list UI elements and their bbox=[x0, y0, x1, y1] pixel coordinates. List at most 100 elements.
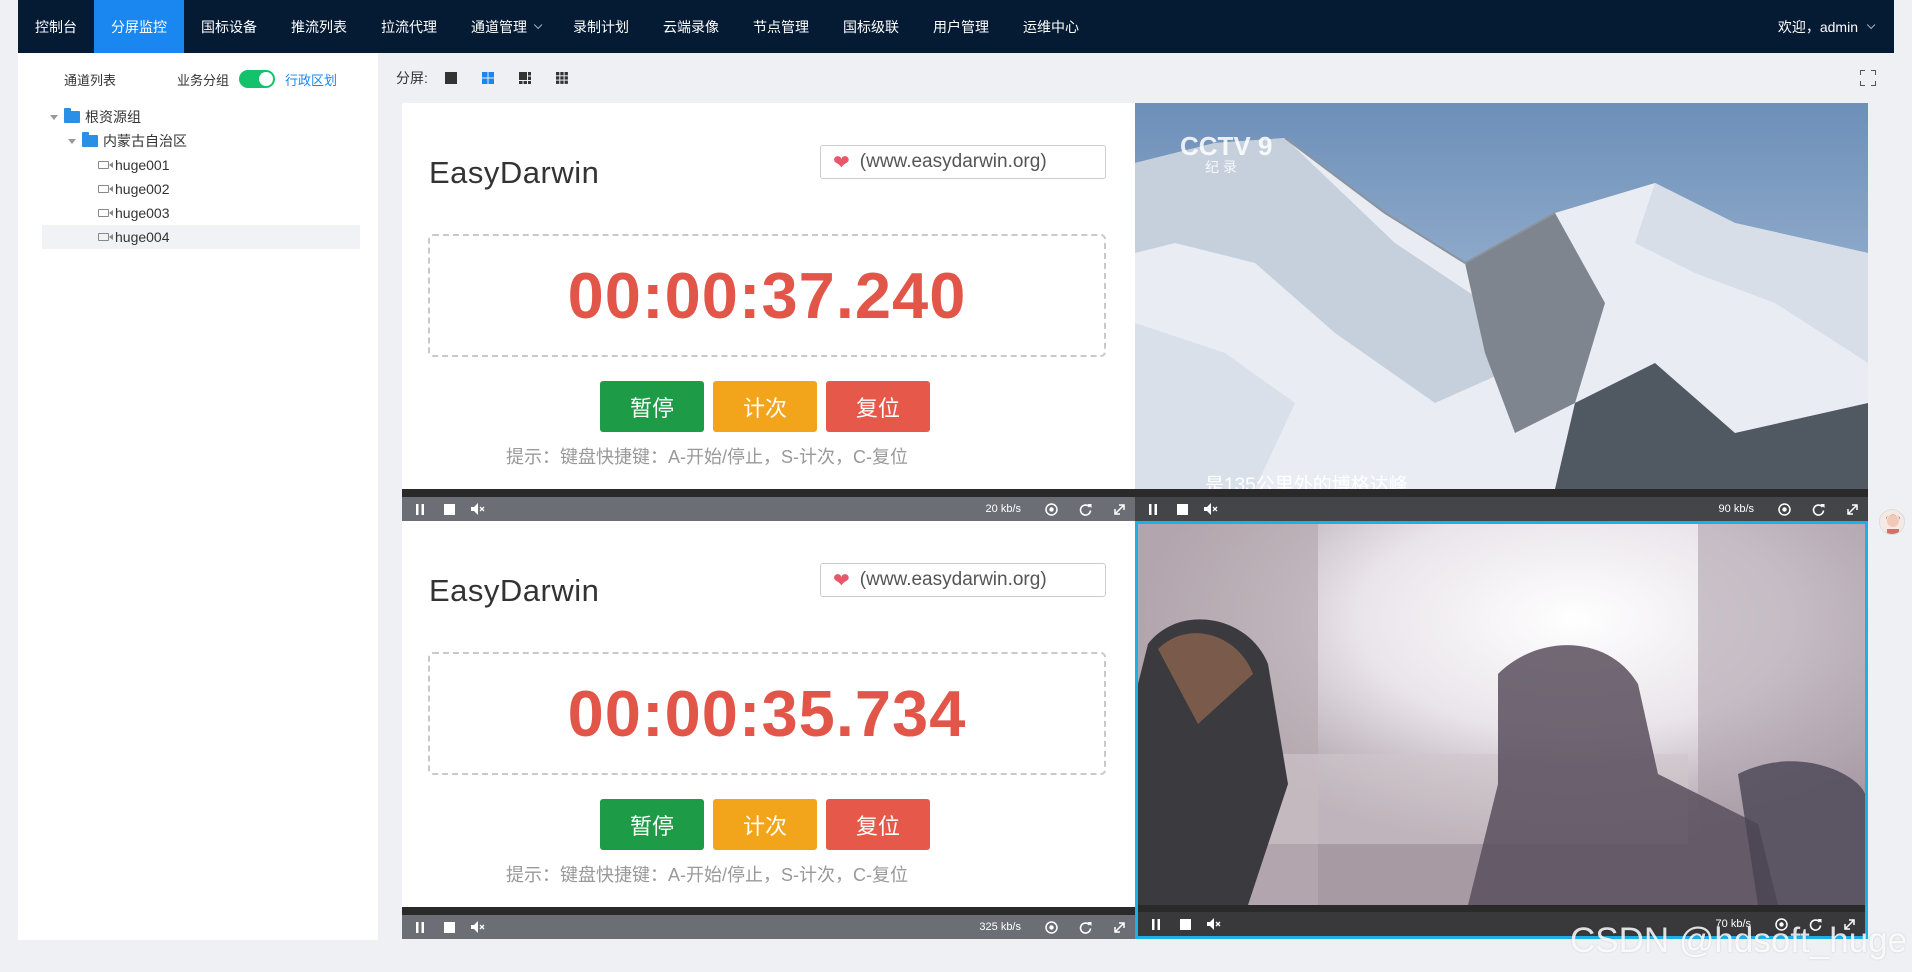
refresh-icon[interactable] bbox=[1077, 919, 1093, 935]
nav-label: 节点管理 bbox=[753, 18, 809, 35]
layout-single-icon bbox=[444, 72, 457, 84]
nav-item-gb-devices[interactable]: 国标设备 bbox=[184, 0, 274, 53]
tree-channel[interactable]: huge003 bbox=[18, 201, 378, 225]
layout-9-button[interactable] bbox=[551, 67, 573, 89]
stop-icon[interactable] bbox=[1174, 501, 1190, 517]
layout-4-button[interactable] bbox=[477, 67, 499, 89]
stop-icon[interactable] bbox=[1177, 916, 1193, 932]
nav-label: 运维中心 bbox=[1023, 18, 1079, 35]
player-4-selected[interactable]: 70 kb/s bbox=[1135, 521, 1868, 939]
tree-node-region[interactable]: 内蒙古自治区 bbox=[18, 129, 378, 153]
avatar-face-icon bbox=[1886, 514, 1900, 534]
subtitle-text: 是135公里外的博格达峰 bbox=[1205, 475, 1408, 489]
nav-item-gb-cascade[interactable]: 国标级联 bbox=[826, 0, 916, 53]
nav-item-node-manage[interactable]: 节点管理 bbox=[736, 0, 826, 53]
csdn-watermark: CSDN @hdsoft_huge bbox=[1570, 921, 1908, 960]
tree-channel[interactable]: huge001 bbox=[18, 153, 378, 177]
pause-icon[interactable] bbox=[412, 919, 428, 935]
snapshot-icon[interactable] bbox=[1776, 501, 1792, 517]
refresh-icon[interactable] bbox=[1077, 501, 1093, 517]
player-controls: 90 kb/s bbox=[1135, 497, 1868, 521]
channel-label: huge004 bbox=[115, 229, 170, 245]
nav-label: 录制计划 bbox=[573, 18, 629, 35]
snapshot-icon[interactable] bbox=[1043, 919, 1059, 935]
url-text: (www.easydarwin.org) bbox=[859, 569, 1047, 590]
tree-channel[interactable]: huge002 bbox=[18, 177, 378, 201]
nav-item-split-monitor[interactable]: 分屏监控 bbox=[94, 0, 184, 53]
channel-sub-logo: 纪 录 bbox=[1205, 159, 1237, 175]
layout-six-icon bbox=[518, 72, 531, 84]
layout-nine-icon bbox=[555, 72, 568, 84]
nav-item-cloud-record[interactable]: 云端录像 bbox=[646, 0, 736, 53]
nav-label: 控制台 bbox=[35, 18, 77, 35]
nav-label: 云端录像 bbox=[663, 18, 719, 35]
camera-icon bbox=[98, 233, 113, 241]
video-frame: EasyDarwin ❤ (www.easydarwin.org) 00:00:3… bbox=[402, 103, 1135, 489]
toggle-left-label[interactable]: 业务分组 bbox=[177, 70, 229, 89]
nav-item-ops-center[interactable]: 运维中心 bbox=[1006, 0, 1096, 53]
nav-menu: 控制台 分屏监控 国标设备 推流列表 拉流代理 通道管理 录制计划 云端录像 节… bbox=[18, 0, 1096, 53]
channel-label: huge002 bbox=[115, 181, 170, 197]
split-label: 分屏: bbox=[396, 70, 428, 86]
nav-item-console[interactable]: 控制台 bbox=[18, 0, 94, 53]
nav-label: 拉流代理 bbox=[381, 18, 437, 35]
nav-label: 国标级联 bbox=[843, 18, 899, 35]
snapshot-icon[interactable] bbox=[1043, 501, 1059, 517]
refresh-icon[interactable] bbox=[1810, 501, 1826, 517]
group-mode-toggle[interactable] bbox=[239, 70, 276, 88]
mute-icon[interactable] bbox=[1203, 501, 1219, 517]
expand-icon[interactable] bbox=[1111, 501, 1127, 517]
layout-1-button[interactable] bbox=[440, 67, 462, 89]
mute-icon[interactable] bbox=[470, 919, 486, 935]
pause-icon[interactable] bbox=[1145, 501, 1161, 517]
tree-node-root[interactable]: 根资源组 bbox=[18, 105, 378, 129]
camera-icon bbox=[98, 161, 113, 169]
sidebar-header: 通道列表 业务分组 行政区划 bbox=[18, 53, 378, 105]
timer-buttons: 暂停 计次 复位 bbox=[600, 381, 930, 432]
nav-item-channel-manage[interactable]: 通道管理 bbox=[454, 0, 556, 53]
assistant-avatar[interactable] bbox=[1879, 509, 1905, 535]
expand-icon[interactable] bbox=[1844, 501, 1860, 517]
timer-display: 00:00:37.240 bbox=[428, 234, 1106, 357]
lap-button: 计次 bbox=[713, 381, 817, 432]
url-text: (www.easydarwin.org) bbox=[859, 151, 1047, 172]
nav-item-pull-proxy[interactable]: 拉流代理 bbox=[364, 0, 454, 53]
nav-item-push-list[interactable]: 推流列表 bbox=[274, 0, 364, 53]
channel-tree: 根资源组 内蒙古自治区 huge001 huge002 huge003 huge… bbox=[18, 105, 378, 249]
easydarwin-logo: EasyDarwin bbox=[429, 573, 600, 608]
easydarwin-logo: EasyDarwin bbox=[429, 155, 600, 190]
caret-down-icon[interactable] bbox=[50, 114, 58, 120]
expand-icon[interactable] bbox=[1111, 919, 1127, 935]
player-1[interactable]: EasyDarwin ❤ (www.easydarwin.org) 00:00:3… bbox=[402, 103, 1135, 521]
nav-label: 分屏监控 bbox=[111, 18, 167, 35]
bitrate-label: 20 kb/s bbox=[985, 503, 1021, 515]
stop-icon[interactable] bbox=[441, 501, 457, 517]
nav-item-user-manage[interactable]: 用户管理 bbox=[916, 0, 1006, 53]
pause-icon[interactable] bbox=[412, 501, 428, 517]
player-controls: 325 kb/s bbox=[402, 915, 1135, 939]
layout-6-button[interactable] bbox=[514, 67, 536, 89]
stop-icon[interactable] bbox=[441, 919, 457, 935]
user-menu[interactable]: 欢迎，admin bbox=[1778, 0, 1894, 53]
pause-icon[interactable] bbox=[1148, 916, 1164, 932]
nav-label: 通道管理 bbox=[471, 18, 527, 35]
toggle-right-label[interactable]: 行政区划 bbox=[285, 70, 337, 89]
heart-icon: ❤ bbox=[833, 569, 850, 592]
mute-icon[interactable] bbox=[470, 501, 486, 517]
player-3[interactable]: EasyDarwin ❤ (www.easydarwin.org) 00:00:3… bbox=[402, 521, 1135, 939]
caret-down-icon[interactable] bbox=[68, 138, 76, 144]
channel-sidebar: 通道列表 业务分组 行政区划 根资源组 内蒙古自治区 huge001 huge0… bbox=[18, 53, 378, 940]
channel-label: huge001 bbox=[115, 157, 170, 173]
fullscreen-icon[interactable] bbox=[1860, 70, 1876, 86]
folder-icon bbox=[82, 132, 98, 147]
tree-channel-selected[interactable]: huge004 bbox=[42, 225, 360, 249]
room-video-image bbox=[1138, 524, 1865, 905]
bitrate-label: 325 kb/s bbox=[979, 921, 1021, 933]
player-2[interactable]: CCTV 9 纪 录 是135公里外的博格达峰 90 kb/s bbox=[1135, 103, 1868, 521]
mute-icon[interactable] bbox=[1206, 916, 1222, 932]
nav-label: 国标设备 bbox=[201, 18, 257, 35]
nav-item-record-plan[interactable]: 录制计划 bbox=[556, 0, 646, 53]
video-frame bbox=[1138, 524, 1865, 905]
group-mode-switch: 业务分组 行政区划 bbox=[177, 70, 337, 89]
video-frame: EasyDarwin ❤ (www.easydarwin.org) 00:00:3… bbox=[402, 521, 1135, 907]
